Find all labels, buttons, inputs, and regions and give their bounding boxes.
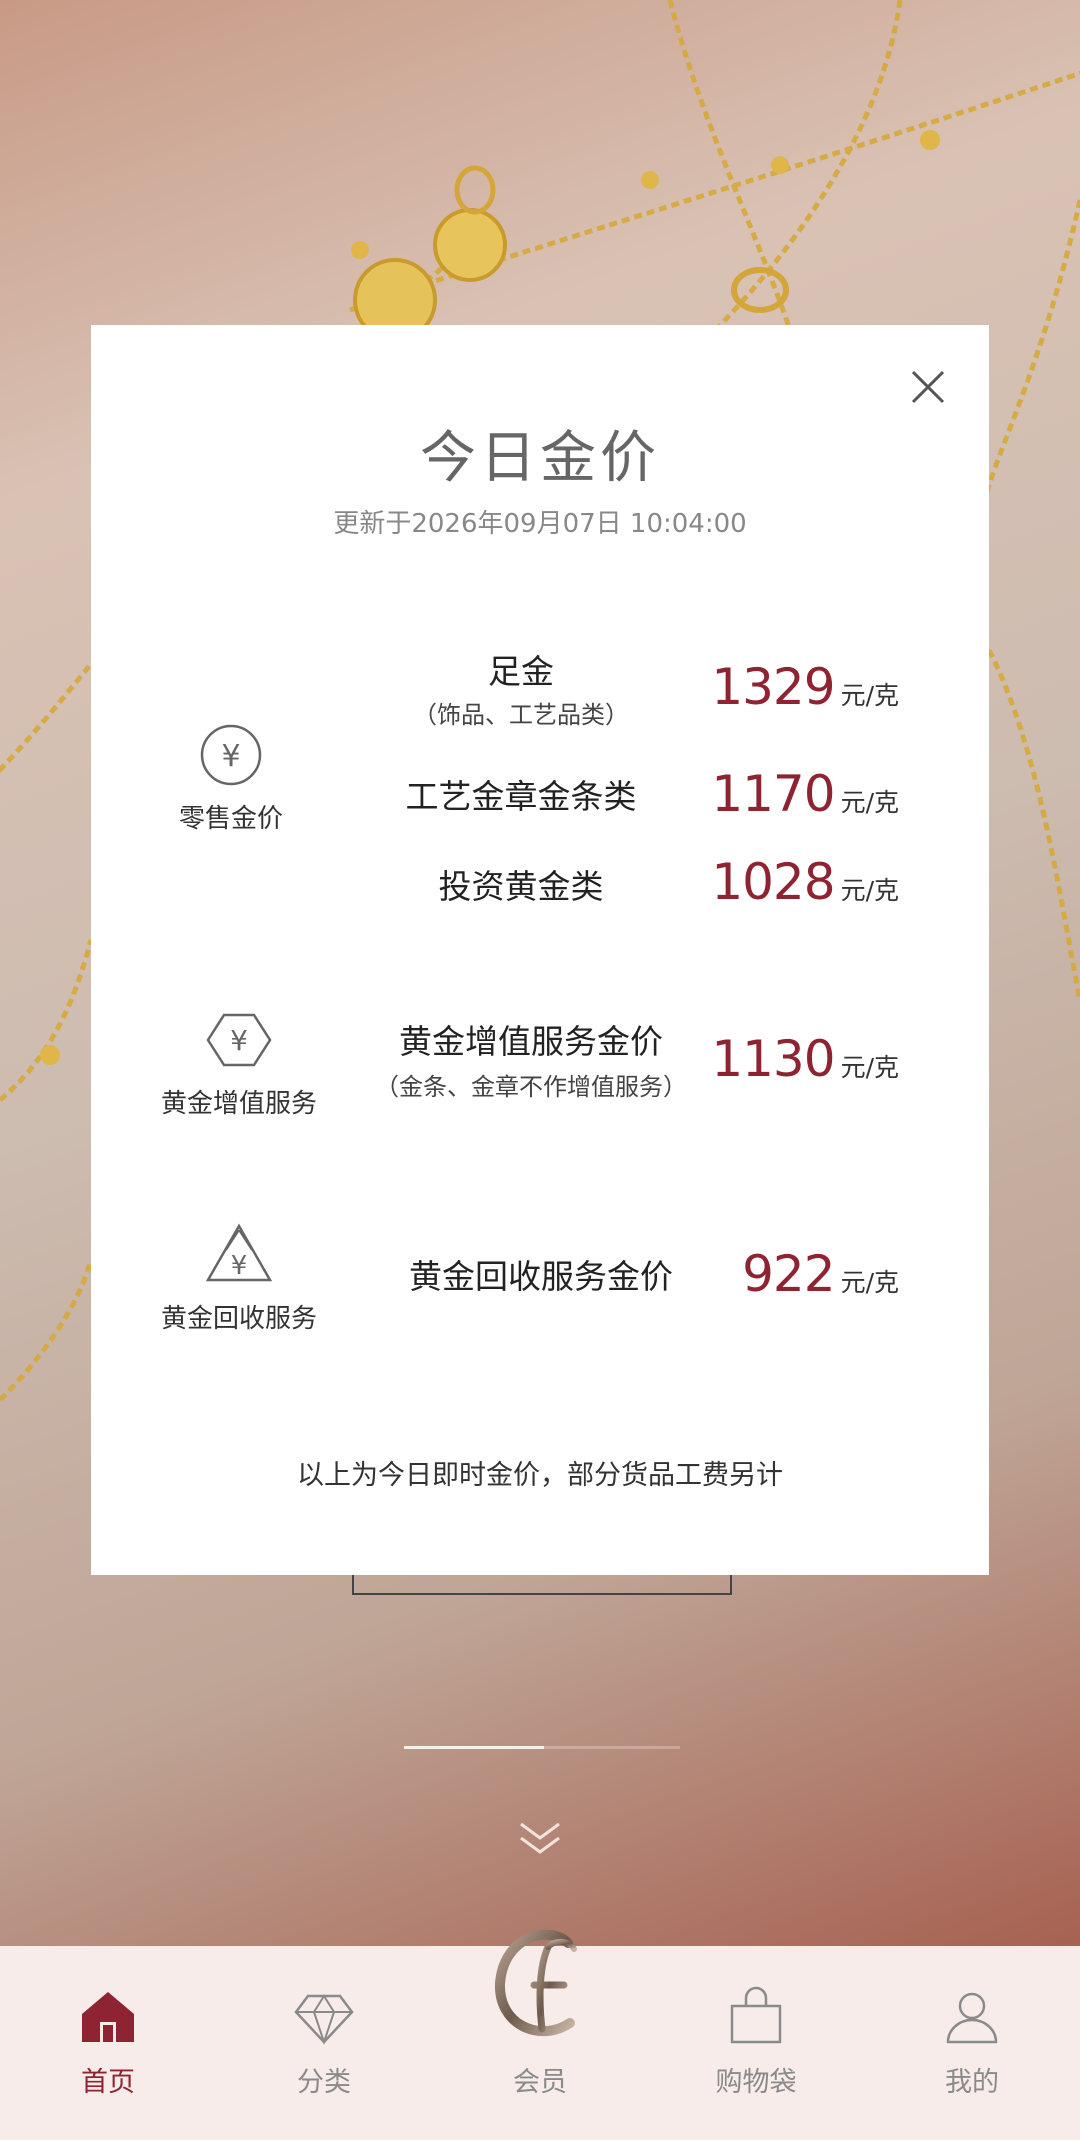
category-label: 黄金增值服务 [160, 1089, 317, 1119]
price-row-name: 黄金回收服务金价 [409, 1257, 673, 1296]
category-recycle: ¥ 黄金回收服务 [129, 1220, 349, 1335]
price-number: 1028 [711, 853, 835, 911]
category-value-added: ¥ 黄金增值服务 [129, 1005, 349, 1120]
category-label: 黄金回收服务 [160, 1304, 317, 1334]
price-row-name: 投资黄金类 [438, 867, 604, 906]
tab-profile[interactable]: 我的 [902, 1986, 1042, 2099]
gold-price-modal: 今日金价 更新于2026年09月07日 10:04:00 ¥ 零售金价 ¥ 黄金… [91, 325, 989, 1575]
background-card-edge [352, 1575, 732, 1595]
svg-text:¥: ¥ [221, 739, 240, 774]
scroll-down-button[interactable] [515, 1818, 565, 1858]
carousel-indicator [404, 1746, 680, 1749]
footnote: 以上为今日即时金价，部分货品工费另计 [297, 1460, 783, 1491]
price-value: 1170 元/克 [711, 765, 899, 823]
tab-label: 分类 [297, 2067, 351, 2098]
price-value: 922 元/克 [742, 1245, 899, 1303]
price-unit: 元/克 [840, 876, 899, 905]
double-chevron-down-icon [520, 1822, 560, 1854]
person-icon [946, 1992, 998, 2044]
category-retail: ¥ 零售金价 [121, 720, 341, 835]
svg-text:¥: ¥ [231, 1251, 248, 1281]
update-time: 更新于2026年09月07日 10:04:00 [333, 509, 747, 539]
price-unit: 元/克 [840, 1268, 899, 1297]
price-unit: 元/克 [840, 681, 899, 710]
tab-label: 首页 [81, 2067, 135, 2098]
price-unit: 元/克 [840, 788, 899, 817]
modal-title: 今日金价 [420, 426, 660, 491]
home-icon [82, 1992, 134, 2042]
shopping-bag-icon [730, 1986, 782, 2044]
yuan-diamond-icon: ¥ [206, 1013, 272, 1067]
diamond-icon [294, 1994, 354, 2046]
price-row-name: 黄金增值服务金价 [399, 1022, 663, 1061]
price-value: 1130 元/克 [711, 1030, 899, 1088]
tab-home[interactable]: 首页 [38, 1986, 178, 2099]
price-number: 1170 [711, 765, 835, 823]
price-number: 1329 [711, 658, 835, 716]
close-icon [911, 370, 945, 404]
price-number: 922 [742, 1245, 835, 1303]
carousel-indicator-active [404, 1746, 544, 1749]
tab-shopping-bag[interactable]: 购物袋 [686, 1986, 826, 2099]
svg-text:¥: ¥ [230, 1024, 248, 1057]
price-row-name: 工艺金章金条类 [405, 777, 637, 816]
yuan-recycle-icon: ¥ [205, 1223, 273, 1282]
tab-label: 我的 [945, 2067, 999, 2098]
member-logo-icon[interactable] [490, 1925, 590, 2043]
price-row-note: （金条、金章不作增值服务） [375, 1073, 687, 1101]
tab-label: 会员 [513, 2067, 567, 2098]
close-button[interactable] [901, 360, 955, 414]
price-value: 1028 元/克 [711, 853, 899, 911]
tab-label: 购物袋 [715, 2067, 797, 2098]
price-row-name: 足金 [488, 652, 554, 691]
price-unit: 元/克 [840, 1053, 899, 1082]
tab-category[interactable]: 分类 [254, 1986, 394, 2099]
price-number: 1130 [711, 1030, 835, 1088]
category-label: 零售金价 [178, 804, 283, 834]
price-value: 1329 元/克 [711, 658, 899, 716]
yuan-circle-icon: ¥ [200, 724, 262, 786]
price-row-note: （饰品、工艺品类） [413, 701, 629, 729]
